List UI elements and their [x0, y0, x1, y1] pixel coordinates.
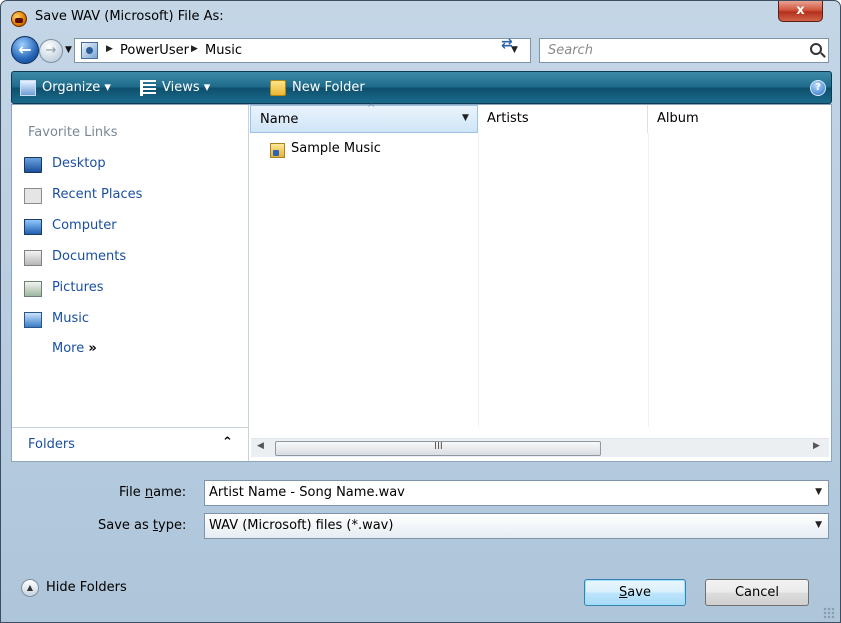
address-row: ← → ▼ ▶ PowerUser ▶ Music ▼ ⇄ Search — [1, 33, 840, 69]
column-header-artists[interactable]: Artists — [478, 105, 648, 133]
scroll-left-icon[interactable]: ◀ — [257, 441, 264, 451]
user-folder-icon — [81, 42, 98, 59]
column-filter-dropdown-icon[interactable]: ▼ — [462, 113, 469, 123]
documents-icon — [24, 250, 42, 266]
cancel-button[interactable]: Cancel — [705, 579, 809, 606]
file-name-value: Artist Name - Song Name.wav — [209, 485, 405, 500]
chevron-up-icon[interactable]: ⌃ — [222, 435, 233, 450]
column-divider — [478, 133, 479, 427]
title-bar: Save WAV (Microsoft) File As: x — [1, 1, 840, 33]
breadcrumb-poweruser[interactable]: PowerUser — [120, 43, 189, 58]
nav-item-label: Desktop — [52, 156, 106, 171]
back-button[interactable]: ← — [11, 36, 39, 64]
chevron-up-icon: ▲ — [21, 579, 39, 597]
file-list-pane: ^ Name ▼ Artists Album Sample Music ◀ II… — [250, 103, 831, 461]
file-name-field[interactable]: Artist Name - Song Name.wav ▼ — [204, 480, 829, 506]
window-title: Save WAV (Microsoft) File As: — [35, 9, 224, 24]
new-folder-icon — [270, 80, 286, 96]
organize-icon — [20, 80, 36, 96]
pictures-icon — [24, 281, 42, 297]
more-arrows-icon: » — [88, 341, 97, 356]
address-bar[interactable]: ▶ PowerUser ▶ Music ▼ — [74, 38, 531, 63]
recent-places-icon — [24, 188, 42, 204]
refresh-icon[interactable]: ⇄ — [501, 36, 513, 52]
folders-bar[interactable]: Folders ⌃ — [12, 427, 248, 461]
breadcrumb-separator-icon[interactable]: ▶ — [191, 44, 198, 54]
file-name: Sample Music — [291, 141, 381, 156]
column-divider — [648, 133, 649, 427]
views-button[interactable]: Views ▾ — [162, 80, 210, 95]
shortcut-folder-icon — [270, 143, 285, 158]
music-icon — [24, 312, 42, 328]
command-toolbar: Organize ▾ Views ▾ New Folder ? — [11, 71, 832, 104]
nav-item-label: Pictures — [52, 280, 104, 295]
save-as-type-select[interactable]: WAV (Microsoft) files (*.wav) ▼ — [204, 513, 829, 539]
resize-grip-icon[interactable] — [823, 607, 835, 619]
nav-item-label: Documents — [52, 249, 127, 264]
file-name-dropdown-icon[interactable]: ▼ — [815, 487, 822, 497]
nav-item-label: Computer — [52, 218, 117, 233]
column-header-album[interactable]: Album — [648, 105, 831, 133]
audacity-app-icon — [11, 11, 27, 27]
nav-item-label: Music — [52, 311, 89, 326]
save-dialog-window: Save WAV (Microsoft) File As: x ← → ▼ ▶ … — [0, 0, 841, 623]
breadcrumb-separator-icon[interactable]: ▶ — [106, 44, 113, 54]
save-as-type-label: Save as type: — [98, 518, 187, 533]
save-as-type-value: WAV (Microsoft) files (*.wav) — [209, 518, 394, 533]
nav-item-label: Recent Places — [52, 187, 143, 202]
horizontal-scrollbar[interactable]: ◀ III ▶ — [251, 438, 829, 457]
computer-icon — [24, 219, 42, 235]
search-placeholder: Search — [548, 43, 593, 58]
file-name-label: File name: — [119, 485, 187, 500]
folders-label: Folders — [28, 437, 75, 452]
scroll-right-icon[interactable]: ▶ — [813, 441, 820, 451]
column-header-name[interactable]: ^ Name ▼ — [250, 103, 478, 133]
help-icon[interactable]: ? — [810, 80, 826, 96]
navigation-pane: Favorite Links Desktop Recent Places Com… — [12, 105, 249, 461]
scrollbar-thumb[interactable]: III — [275, 441, 601, 456]
sort-ascending-icon: ^ — [367, 103, 376, 114]
breadcrumb-music[interactable]: Music — [205, 43, 242, 58]
new-folder-button[interactable]: New Folder — [292, 80, 365, 95]
save-button[interactable]: Save — [584, 579, 686, 606]
more-links-button[interactable]: More » — [52, 341, 97, 356]
search-icon[interactable] — [810, 43, 822, 55]
hide-folders-label: Hide Folders — [46, 580, 127, 595]
recent-pages-dropdown-icon[interactable]: ▼ — [65, 45, 72, 55]
favorite-links-title: Favorite Links — [28, 125, 118, 140]
views-icon — [140, 80, 156, 96]
search-input[interactable]: Search — [539, 38, 829, 63]
organize-button[interactable]: Organize ▾ — [42, 80, 111, 95]
grip-icon: III — [434, 441, 443, 452]
forward-button[interactable]: → — [39, 39, 63, 63]
close-button[interactable]: x — [778, 1, 823, 22]
desktop-icon — [24, 157, 42, 173]
browser-pane: Favorite Links Desktop Recent Places Com… — [11, 103, 832, 462]
save-as-type-dropdown-icon[interactable]: ▼ — [815, 520, 822, 530]
